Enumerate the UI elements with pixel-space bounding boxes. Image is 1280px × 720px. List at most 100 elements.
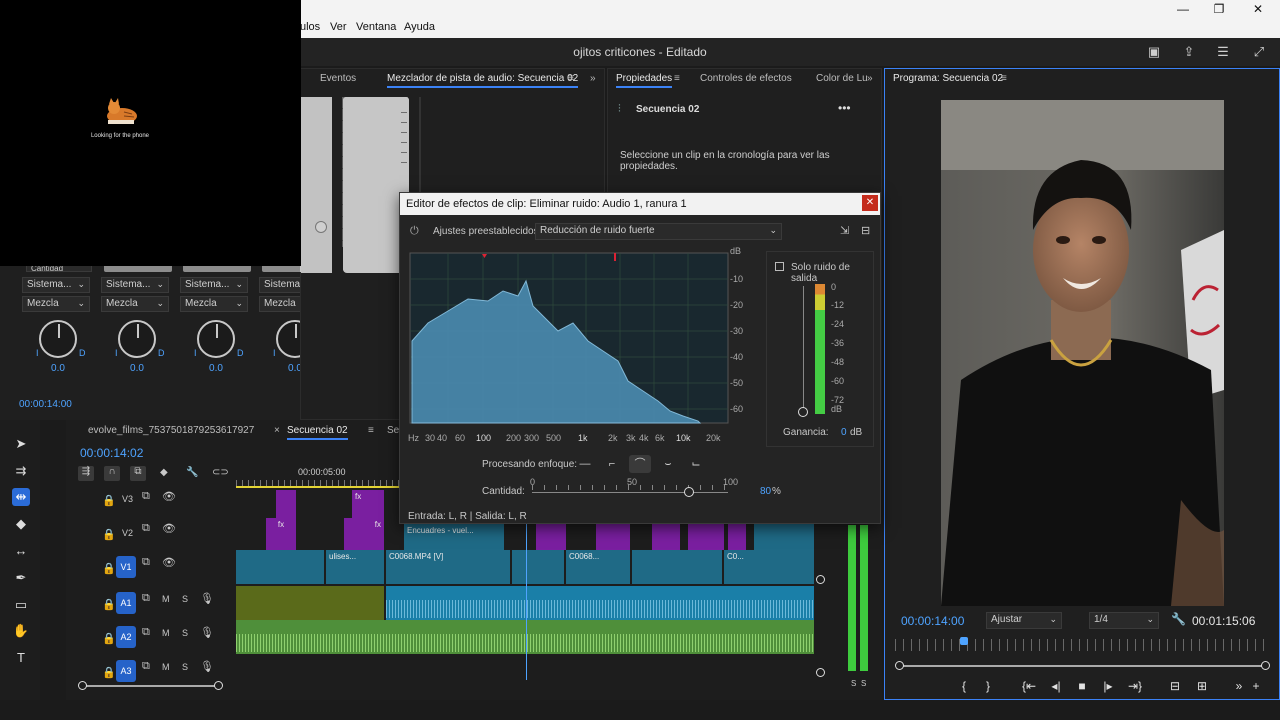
panel-menu-icon[interactable]: ≡ <box>674 73 680 84</box>
mixer-timecode[interactable]: 00:00:14:00 <box>19 399 72 410</box>
overwrite-icon[interactable]: ⊞ <box>1193 679 1211 693</box>
pan-value-1[interactable]: 0.0 <box>38 363 78 374</box>
vertical-scroll-handle[interactable] <box>816 668 825 677</box>
work-area-bar[interactable] <box>236 486 406 488</box>
pan-knob-3[interactable] <box>197 320 235 358</box>
quick-export-icon[interactable]: ▣ <box>1145 43 1163 61</box>
pan-value-2[interactable]: 0.0 <box>117 363 157 374</box>
mute-button[interactable]: M <box>162 594 170 604</box>
add-marker-icon[interactable]: ◆ <box>160 467 168 478</box>
routing-dropdown-3[interactable]: Sistema... ⌄ <box>180 277 248 293</box>
track-output-icon[interactable]: ⧉ <box>142 522 150 535</box>
track-label-a2[interactable]: A2 <box>116 626 136 648</box>
ripple-edit-tool-icon[interactable]: ⇹ <box>12 488 30 506</box>
solo-button[interactable]: S <box>182 662 188 672</box>
video-clip-v1[interactable]: ulises... <box>326 550 384 584</box>
video-clip-v1[interactable]: C0... <box>724 550 814 584</box>
focus-high-icon[interactable]: ⌙ <box>685 455 707 473</box>
eye-icon[interactable]: 👁 <box>162 556 176 569</box>
title-clip-v3[interactable] <box>276 490 296 518</box>
nest-icon[interactable]: ⇶ <box>78 466 94 481</box>
preset-delete-icon[interactable]: ⊟ <box>861 224 870 237</box>
gain-slider-track[interactable] <box>803 286 804 408</box>
video-clip-v1[interactable]: C0068.MP4 [V] <box>386 550 510 584</box>
video-clip-v1[interactable]: C0068... <box>566 550 630 584</box>
stop-icon[interactable]: ■ <box>1073 679 1091 693</box>
more-buttons-icon[interactable]: » <box>1230 679 1248 693</box>
focus-mid-icon[interactable]: ⌒ <box>629 455 651 473</box>
fullscreen-icon[interactable]: ⤢ <box>1250 43 1268 61</box>
insert-icon[interactable]: ⊟ <box>1166 679 1184 693</box>
focus-flat-icon[interactable]: — <box>574 455 596 473</box>
tab-evolve-films[interactable]: evolve_films_7537501879253617927 <box>88 425 254 436</box>
panel-menu-icon[interactable]: ≡ <box>368 425 374 436</box>
dialog-close-button[interactable]: ✕ <box>862 195 878 211</box>
lock-icon[interactable]: 🔒 <box>102 494 116 507</box>
hand-tool-icon[interactable]: ✋ <box>12 622 30 640</box>
mark-out-icon[interactable]: } <box>979 679 997 693</box>
vertical-scroll-handle[interactable] <box>816 575 825 584</box>
gain-value[interactable]: 0 <box>841 427 847 438</box>
title-clip-v2[interactable] <box>652 524 680 550</box>
captions-icon[interactable]: ⊂⊃ <box>212 467 229 478</box>
title-clip-v2[interactable] <box>596 524 630 550</box>
mix-dropdown-1[interactable]: Mezcla ⌄ <box>22 296 90 312</box>
mute-button[interactable]: M <box>162 662 170 672</box>
tab-secuencia-02[interactable]: Secuencia 02 <box>287 425 348 440</box>
video-clip-v2[interactable]: Encuadres - vuel... <box>404 524 504 550</box>
mic-icon[interactable]: 🎙 <box>200 626 214 639</box>
tab-controles-efectos[interactable]: Controles de efectos <box>700 73 792 84</box>
eye-icon[interactable]: 👁 <box>162 522 176 535</box>
power-icon[interactable]: ⏻ <box>410 225 419 238</box>
video-clip-v2[interactable] <box>754 524 814 550</box>
type-tool-icon[interactable]: T <box>12 649 30 667</box>
eye-icon[interactable]: 👁 <box>162 490 176 503</box>
amount-slider-handle[interactable] <box>683 487 694 497</box>
lock-icon[interactable]: 🔒 <box>102 632 116 645</box>
razor-tool-icon[interactable]: ◆ <box>12 515 30 533</box>
pan-knob-2[interactable] <box>118 320 156 358</box>
menu-item-ulos[interactable]: ulos <box>300 21 320 33</box>
track-label-a1[interactable]: A1 <box>116 592 136 614</box>
mark-in-icon[interactable]: { <box>955 679 973 693</box>
program-video-frame[interactable] <box>941 100 1224 606</box>
track-output-icon[interactable]: ⧉ <box>142 626 150 639</box>
gain-slider-handle[interactable] <box>798 407 808 417</box>
menu-item-ayuda[interactable]: Ayuda <box>404 21 435 33</box>
solo-button[interactable]: S <box>182 628 188 638</box>
more-panels-icon[interactable]: » <box>590 73 596 84</box>
panel-menu-icon[interactable]: ≡ <box>568 73 574 84</box>
program-ruler[interactable] <box>895 639 1271 651</box>
presets-dropdown[interactable]: Reducción de ruido fuerte ⌄ <box>535 223 782 240</box>
output-noise-checkbox[interactable] <box>775 262 784 271</box>
mix-dropdown-3[interactable]: Mezcla ⌄ <box>180 296 248 312</box>
zoom-handle-left[interactable] <box>78 681 87 690</box>
lock-icon[interactable]: 🔒 <box>102 598 116 611</box>
tab-color-lumetri[interactable]: Color de Lu <box>816 73 868 84</box>
share-icon[interactable]: ⇪ <box>1180 43 1198 61</box>
timeline-settings-icon[interactable]: 🔧 <box>186 467 198 478</box>
title-clip-v2[interactable] <box>536 524 566 550</box>
rectangle-tool-icon[interactable]: ▭ <box>12 596 30 614</box>
snap-icon[interactable]: ∩ <box>104 466 120 481</box>
spectrum-graph[interactable]: dB -10 -20 -30 -40 -50 -60 Hz 30 40 60 1… <box>408 246 753 447</box>
timeline-zoom-bar[interactable] <box>82 685 218 687</box>
close-tab-icon[interactable]: × <box>274 425 280 436</box>
fader-panel-1[interactable] <box>301 97 332 273</box>
focus-low-icon[interactable]: ⌐ <box>601 455 623 473</box>
track-label-v1[interactable]: V1 <box>116 556 136 578</box>
more-options-icon[interactable]: ••• <box>838 101 851 115</box>
track-output-icon[interactable]: ⧉ <box>142 490 150 503</box>
settings-wrench-icon[interactable]: 🔧 <box>1171 612 1186 626</box>
track-output-icon[interactable]: ⧉ <box>142 592 150 605</box>
audio-clip-a1[interactable] <box>386 586 814 620</box>
menu-item-ventana[interactable]: Ventana <box>356 21 396 33</box>
mic-icon[interactable]: 🎙 <box>200 592 214 605</box>
zoom-handle-right[interactable] <box>1261 661 1270 670</box>
video-clip-v1[interactable] <box>236 550 324 584</box>
tab-propiedades[interactable]: Propiedades <box>616 73 673 88</box>
audio-clip-a1[interactable] <box>236 586 384 620</box>
pen-tool-icon[interactable]: ✒ <box>12 569 30 587</box>
program-timecode[interactable]: 00:00:14:00 <box>901 614 964 628</box>
routing-dropdown-2[interactable]: Sistema... ⌄ <box>101 277 169 293</box>
